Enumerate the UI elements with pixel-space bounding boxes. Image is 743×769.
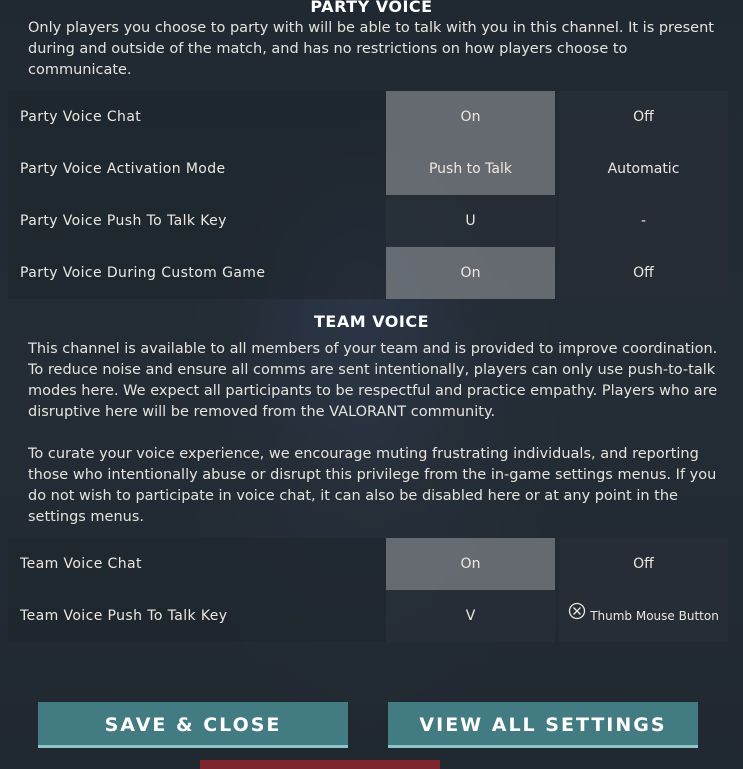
custom-game-on-option[interactable]: On (386, 247, 555, 299)
setting-row-team-voice-chat: Team Voice Chat On Off (8, 538, 728, 590)
party-ptt-primary-key[interactable]: U (386, 195, 555, 247)
setting-row-party-voice-chat: Party Voice Chat On Off (8, 91, 728, 143)
setting-label: Party Voice During Custom Game (8, 247, 386, 299)
setting-row-team-voice-ptt-key: Team Voice Push To Talk Key V Thumb Mous… (8, 590, 728, 642)
team-ptt-primary-key[interactable]: V (386, 590, 555, 642)
party-voice-chat-off-option[interactable]: Off (559, 91, 728, 143)
team-ptt-secondary-key[interactable]: Thumb Mouse Button (559, 590, 728, 642)
setting-label: Party Voice Activation Mode (8, 143, 386, 195)
setting-row-party-voice-ptt-key: Party Voice Push To Talk Key U - (8, 195, 728, 247)
party-voice-rows: Party Voice Chat On Off Party Voice Acti… (8, 91, 728, 299)
party-voice-description: Only players you choose to party with wi… (28, 20, 714, 78)
mouse-thumb-button-icon (568, 590, 586, 642)
team-voice-description: This channel is available to all members… (28, 341, 718, 525)
team-voice-chat-on-option[interactable]: On (386, 538, 555, 590)
view-all-settings-button[interactable]: VIEW ALL SETTINGS (388, 702, 698, 748)
custom-game-off-option[interactable]: Off (559, 247, 728, 299)
party-voice-chat-on-option[interactable]: On (386, 91, 555, 143)
push-to-talk-option[interactable]: Push to Talk (386, 143, 555, 195)
setting-label: Party Voice Push To Talk Key (8, 195, 386, 247)
automatic-option[interactable]: Automatic (559, 143, 728, 195)
setting-row-party-voice-custom-game: Party Voice During Custom Game On Off (8, 247, 728, 299)
background-red-accent (200, 760, 440, 769)
team-voice-chat-off-option[interactable]: Off (559, 538, 728, 590)
mouse-button-label: Thumb Mouse Button (590, 609, 719, 623)
team-voice-rows: Team Voice Chat On Off Team Voice Push T… (8, 538, 728, 642)
setting-label: Team Voice Push To Talk Key (8, 590, 386, 642)
party-ptt-secondary-key[interactable]: - (559, 195, 728, 247)
setting-label: Party Voice Chat (8, 91, 386, 143)
setting-label: Team Voice Chat (8, 538, 386, 590)
voice-settings-panel: PARTY VOICE Only players you choose to p… (0, 0, 743, 769)
party-voice-title: PARTY VOICE (310, 0, 433, 16)
setting-row-party-voice-activation: Party Voice Activation Mode Push to Talk… (8, 143, 728, 195)
save-and-close-button[interactable]: SAVE & CLOSE (38, 702, 348, 748)
team-voice-title: TEAM VOICE (313, 312, 430, 331)
